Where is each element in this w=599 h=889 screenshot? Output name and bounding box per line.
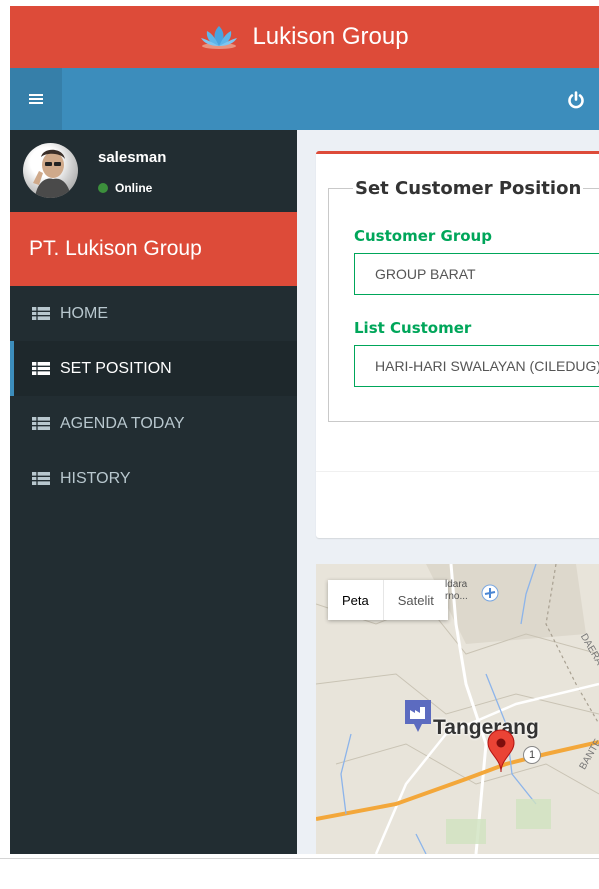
bottom-divider [0, 858, 599, 859]
list-customer-value: HARI-HARI SWALAYAN (CILEDUG) [375, 358, 599, 374]
user-name: salesman [98, 149, 167, 166]
form-title: Set Customer Position [355, 178, 582, 199]
customer-group-value: GROUP BARAT [375, 266, 476, 282]
top-navbar [10, 68, 599, 130]
user-photo-icon [33, 149, 71, 198]
user-status: Online [98, 181, 152, 195]
box-footer-divider [316, 471, 599, 472]
main-content: Set Customer Position Customer Group GRO… [297, 130, 599, 854]
set-position-box: Set Customer Position Customer Group GRO… [316, 151, 599, 538]
sidebar-menu: HOME SET POSITION AGENDA TODAY HISTORY [10, 286, 297, 506]
table-grid-icon [32, 307, 50, 320]
user-status-label: Online [115, 181, 153, 195]
map-city-label: Tangerang [433, 716, 539, 739]
hamburger-icon [29, 92, 43, 106]
sidebar-item-label: HOME [60, 304, 108, 322]
sidebar-item-label: SET POSITION [60, 359, 172, 377]
sidebar-item-set-position[interactable]: SET POSITION [10, 341, 297, 396]
lotus-logo-icon [201, 26, 238, 49]
sidebar-item-agenda-today[interactable]: AGENDA TODAY [10, 396, 297, 451]
sidebar-item-label: AGENDA TODAY [60, 414, 185, 432]
list-customer-label: List Customer [354, 319, 472, 337]
map-type-satelit-button[interactable]: Satelit [384, 580, 448, 620]
bottom-strip [0, 854, 599, 889]
sidebar-toggle-button[interactable] [10, 68, 62, 130]
factory-place-icon [405, 700, 431, 732]
airport-icon [481, 584, 499, 602]
table-grid-icon [32, 417, 50, 430]
customer-group-label: Customer Group [354, 227, 492, 245]
sidebar-item-home[interactable]: HOME [10, 286, 297, 341]
online-status-dot-icon [98, 183, 108, 193]
customer-group-select[interactable]: GROUP BARAT [354, 253, 599, 295]
map-airport-label-2: rno... [445, 591, 468, 602]
user-panel: salesman Online [10, 130, 297, 212]
road-number-badge: 1 [523, 746, 541, 764]
brand-bar: Lukison Group [10, 6, 599, 68]
list-customer-select[interactable]: HARI-HARI SWALAYAN (CILEDUG) [354, 345, 599, 387]
company-header: PT. Lukison Group [10, 212, 297, 286]
power-icon[interactable] [566, 90, 586, 110]
map-type-control: Peta Satelit [328, 580, 448, 620]
app-title: Lukison Group [252, 23, 409, 50]
map-marker-icon[interactable] [487, 729, 515, 773]
sidebar: salesman Online PT. Lukison Group HOME SE… [10, 130, 297, 854]
map-type-peta-button[interactable]: Peta [328, 580, 384, 620]
map-view[interactable]: Peta Satelit ldara rno... DAERA BANTE Ta… [316, 564, 599, 854]
app-frame: Lukison Group salesman Online PT. Lukiso… [10, 6, 599, 854]
table-grid-icon [32, 472, 50, 485]
sidebar-item-history[interactable]: HISTORY [10, 451, 297, 506]
avatar [23, 143, 78, 198]
sidebar-item-label: HISTORY [60, 469, 131, 487]
table-grid-icon [32, 362, 50, 375]
map-airport-label-1: ldara [445, 579, 468, 590]
